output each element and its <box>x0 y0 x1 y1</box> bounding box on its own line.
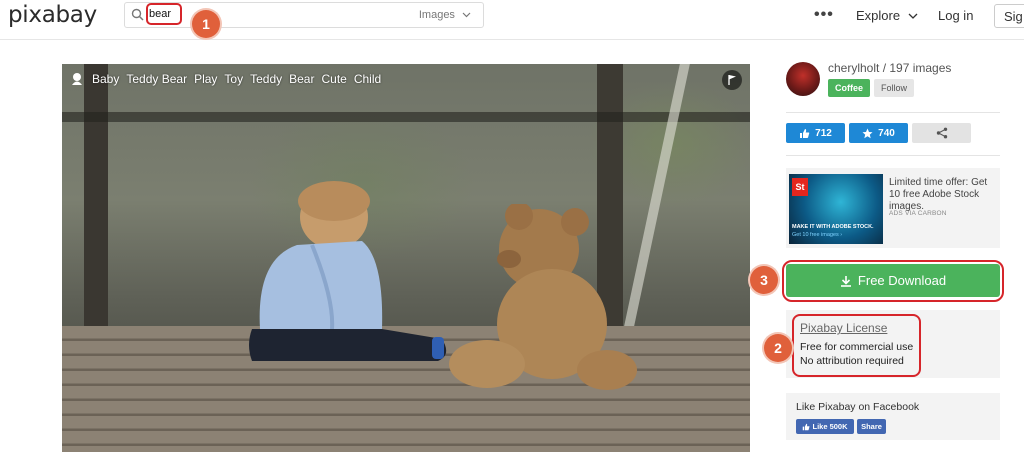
carbon-ad[interactable]: St MAKE IT WITH ADOBE STOCK. Get 10 free… <box>786 168 1000 248</box>
teddy-bear-figure <box>449 204 637 390</box>
facebook-share-button[interactable]: Share <box>857 419 886 434</box>
share-icon <box>936 127 947 139</box>
callout-badge-1: 1 <box>192 10 220 38</box>
tag-icon <box>72 73 82 85</box>
ad-via-label[interactable]: ADS VIA CARBON <box>889 210 947 217</box>
thumbs-up-icon <box>803 423 810 430</box>
login-link[interactable]: Log in <box>938 8 973 23</box>
share-button[interactable] <box>912 123 971 143</box>
tag-link-teddy-bear[interactable]: Teddy Bear <box>126 72 187 86</box>
facebook-like-button[interactable]: Like 500K <box>796 419 854 434</box>
report-button[interactable] <box>722 70 742 90</box>
callout-badge-3: 3 <box>750 266 778 294</box>
like-count: 712 <box>815 127 832 139</box>
explore-label: Explore <box>856 8 901 23</box>
main-photo[interactable]: Baby Teddy Bear Play Toy Teddy Bear Cute… <box>62 64 750 452</box>
divider <box>786 112 1000 113</box>
divider <box>786 155 1000 156</box>
tag-link-child[interactable]: Child <box>354 72 381 86</box>
chevron-down-icon <box>462 12 471 18</box>
baby-figure <box>249 181 447 361</box>
facebook-title: Like Pixabay on Facebook <box>796 401 920 413</box>
ad-image[interactable]: St MAKE IT WITH ADOBE STOCK. Get 10 free… <box>789 174 883 244</box>
tag-list: Baby Teddy Bear Play Toy Teddy Bear Cute… <box>70 72 388 86</box>
callout-box-search <box>146 3 182 25</box>
facebook-like-label: Like 500K <box>812 422 848 431</box>
coffee-button[interactable]: Coffee <box>828 79 870 97</box>
search-icon <box>131 8 144 21</box>
chevron-down-icon <box>908 13 918 19</box>
star-icon <box>862 128 873 138</box>
thumbs-up-icon <box>800 128 810 138</box>
tag-link-toy[interactable]: Toy <box>224 72 243 86</box>
callout-box-license <box>792 314 921 377</box>
tag-link-play[interactable]: Play <box>194 72 217 86</box>
facebook-panel: Like Pixabay on Facebook Like 500K Share <box>786 393 1000 440</box>
pixabay-logo[interactable]: pixabay <box>8 2 97 28</box>
favorite-button[interactable]: 740 <box>849 123 908 143</box>
tag-link-cute[interactable]: Cute <box>321 72 346 86</box>
callout-box-download <box>782 260 1004 302</box>
ad-text[interactable]: Limited time offer: Get 10 free Adobe St… <box>889 177 997 213</box>
flag-icon <box>728 75 736 85</box>
tag-link-baby[interactable]: Baby <box>92 72 119 86</box>
like-button[interactable]: 712 <box>786 123 845 143</box>
tag-link-teddy[interactable]: Teddy <box>250 72 282 86</box>
explore-menu[interactable]: Explore <box>856 8 918 23</box>
search-type-label: Images <box>418 9 455 21</box>
favorite-count: 740 <box>878 127 895 139</box>
search-type-select[interactable]: Images <box>419 9 471 21</box>
ad-image-subcaption: Get 10 free images › <box>792 232 843 238</box>
tag-link-bear[interactable]: Bear <box>289 72 314 86</box>
callout-badge-2: 2 <box>764 334 792 362</box>
follow-button[interactable]: Follow <box>874 79 914 97</box>
adobe-stock-logo: St <box>792 178 808 196</box>
signup-button[interactable]: Sig <box>994 4 1024 28</box>
author-avatar[interactable] <box>786 62 820 96</box>
author-link[interactable]: cherylholt / 197 images <box>828 61 951 75</box>
ad-image-caption: MAKE IT WITH ADOBE STOCK. <box>792 224 874 230</box>
more-menu-button[interactable]: ••• <box>814 6 834 24</box>
